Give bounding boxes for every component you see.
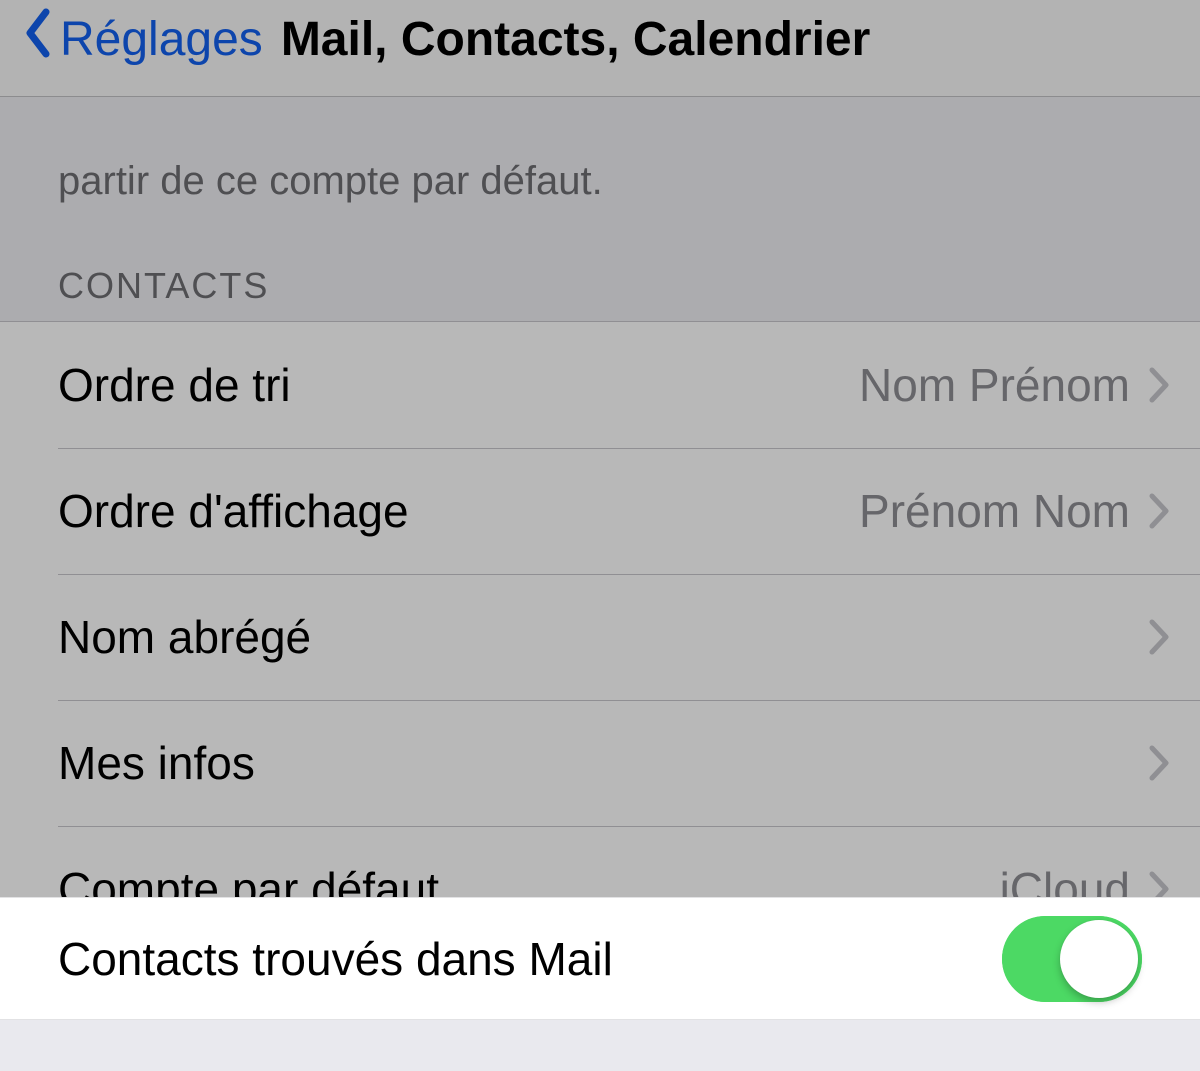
- bottom-strip: [0, 1020, 1200, 1071]
- row-contacts-found-in-mail: Contacts trouvés dans Mail: [0, 897, 1200, 1020]
- row-label: Contacts trouvés dans Mail: [58, 932, 1002, 986]
- toggle-switch[interactable]: [1002, 916, 1142, 1002]
- row-value: Prénom Nom: [859, 484, 1130, 538]
- row-display-order[interactable]: Ordre d'affichage Prénom Nom: [0, 448, 1200, 574]
- section-header-contacts: CONTACTS: [0, 205, 1200, 321]
- row-label: Nom abrégé: [58, 610, 1148, 664]
- back-label: Réglages: [60, 12, 263, 67]
- chevron-left-icon: [22, 8, 52, 70]
- back-button[interactable]: Réglages: [22, 8, 263, 70]
- previous-section-footer: partir de ce compte par défaut.: [0, 97, 1200, 205]
- row-my-info[interactable]: Mes infos: [0, 700, 1200, 826]
- row-label: Mes infos: [58, 736, 1148, 790]
- row-label: Ordre d'affichage: [58, 484, 859, 538]
- chevron-right-icon: [1148, 618, 1170, 656]
- switch-knob: [1060, 920, 1138, 998]
- chevron-right-icon: [1148, 744, 1170, 782]
- contacts-group: Ordre de tri Nom Prénom Ordre d'affichag…: [0, 321, 1200, 953]
- dimmed-background: Réglages Mail, Contacts, Calendrier part…: [0, 0, 1200, 897]
- row-value: Nom Prénom: [859, 358, 1130, 412]
- chevron-right-icon: [1148, 492, 1170, 530]
- row-label: Ordre de tri: [58, 358, 859, 412]
- chevron-right-icon: [1148, 366, 1170, 404]
- row-short-name[interactable]: Nom abrégé: [0, 574, 1200, 700]
- page-title: Mail, Contacts, Calendrier: [281, 12, 870, 67]
- navigation-bar: Réglages Mail, Contacts, Calendrier: [0, 0, 1200, 97]
- row-sort-order[interactable]: Ordre de tri Nom Prénom: [0, 322, 1200, 448]
